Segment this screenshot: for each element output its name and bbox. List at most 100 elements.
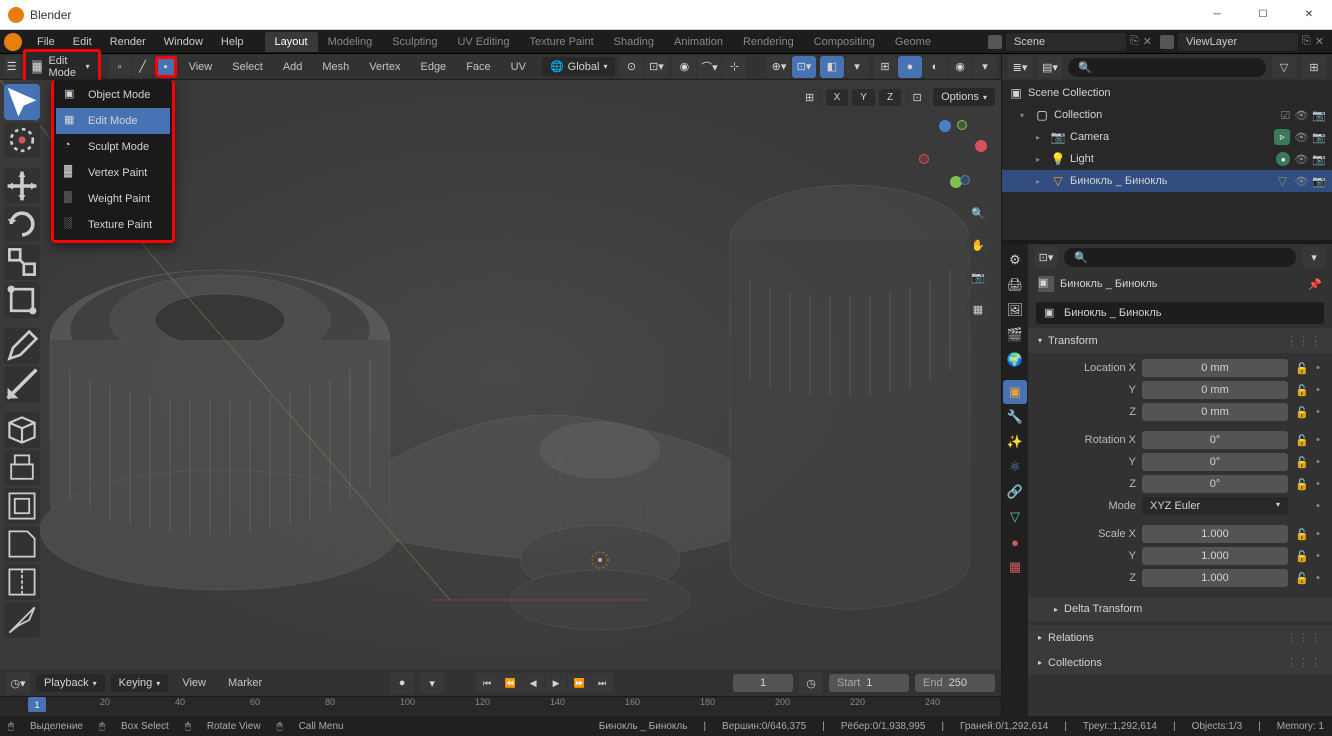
expand-arrow-icon[interactable]: ▸ [1036,177,1046,186]
tab-compositing[interactable]: Compositing [804,32,885,52]
lock-icon[interactable]: 🔓 [1294,456,1310,469]
lock-icon[interactable]: 🔓 [1294,478,1310,491]
properties-search-input[interactable]: 🔍 [1064,248,1296,267]
gizmo-z-axis[interactable] [939,120,951,132]
eye-icon[interactable]: 👁 [1294,109,1308,122]
prev-key-icon[interactable]: ⏪ [499,673,521,693]
display-mode-icon[interactable]: ▤▾ [1038,56,1062,78]
scale-y-input[interactable]: 1.000 [1142,547,1288,565]
axis-z-button[interactable]: Z [879,89,901,106]
mesh-select-mode-icon[interactable]: ⊞ [798,86,822,108]
menu-view[interactable]: View [181,61,221,73]
timeline-editor-icon[interactable]: ◷▾ [6,672,30,694]
xray-options-icon[interactable]: ▾ [845,56,869,78]
mode-option-edit[interactable]: ▦ Edit Mode [56,108,170,134]
render-icon[interactable]: 📷 [1312,131,1326,144]
shading-solid-icon[interactable]: ● [898,56,922,78]
gizmo-neg-y-axis[interactable] [957,120,967,130]
keying-menu[interactable]: Keying▾ [111,674,169,692]
proportional-edit-icon[interactable]: ◉ [672,56,696,78]
menu-edit[interactable]: Edit [64,36,101,48]
lock-icon[interactable]: 🔓 [1294,362,1310,375]
xray-toggle-icon[interactable]: ◧ [820,56,844,78]
options-dropdown[interactable]: Options ▾ [933,88,995,106]
viewlayer-new-icon[interactable]: ⎘ [1302,35,1311,48]
tab-modifiers[interactable]: 🔧 [1003,405,1027,429]
menu-select[interactable]: Select [224,61,271,73]
menu-help[interactable]: Help [212,36,253,48]
lock-icon[interactable]: 🔓 [1294,572,1310,585]
rotation-z-input[interactable]: 0° [1142,475,1288,493]
checkbox-icon[interactable]: ☑ [1280,109,1290,122]
viewlayer-name-input[interactable]: ViewLayer [1178,33,1298,51]
tab-scene[interactable]: 🎬 [1003,323,1027,347]
frame-start-input[interactable]: Start1 [829,674,909,692]
scene-name-input[interactable]: Scene [1006,33,1126,51]
lock-icon[interactable]: 🔓 [1294,434,1310,447]
render-icon[interactable]: 📷 [1312,175,1326,188]
play-icon[interactable]: ▶ [545,673,567,693]
mode-option-object[interactable]: ▣ Object Mode [56,82,170,108]
tool-knife[interactable] [4,602,40,638]
scene-browse-icon[interactable] [988,35,1002,49]
snap-options-icon[interactable]: ⊡▾ [644,56,668,78]
lock-icon[interactable]: 🔓 [1294,550,1310,563]
eye-icon[interactable]: 👁 [1294,175,1308,188]
tab-constraints[interactable]: 🔗 [1003,480,1027,504]
close-button[interactable]: ✕ [1286,0,1332,30]
tab-viewlayer[interactable]: 🖼 [1003,298,1027,322]
shading-rendered-icon[interactable]: ◉ [948,56,972,78]
vertex-select-icon[interactable]: ▫ [109,56,131,78]
gizmo-toggle-icon[interactable]: ⊕▾ [767,56,791,78]
tree-camera[interactable]: ▸ 📷 Camera ▹ 👁📷 [1002,126,1332,148]
next-key-icon[interactable]: ⏩ [568,673,590,693]
menu-edge[interactable]: Edge [412,61,454,73]
pan-icon[interactable]: ✋ [965,232,991,258]
drag-handle-icon[interactable]: ⋮⋮⋮ [1286,656,1322,669]
tab-rendering[interactable]: Rendering [733,32,804,52]
edge-select-icon[interactable]: ╱ [132,56,154,78]
tool-extrude[interactable] [4,450,40,486]
tab-particles[interactable]: ✨ [1003,430,1027,454]
proportional-type-icon[interactable]: ⌒▾ [697,56,721,78]
tool-cursor[interactable] [4,122,40,158]
menu-file[interactable]: File [28,36,64,48]
tab-texture-paint[interactable]: Texture Paint [519,32,603,52]
tool-annotate[interactable] [4,328,40,364]
tool-add-cube[interactable] [4,412,40,448]
scale-x-input[interactable]: 1.000 [1142,525,1288,543]
outliner-editor-icon[interactable]: ≣▾ [1008,56,1032,78]
menu-uv[interactable]: UV [503,61,534,73]
tool-select-box[interactable] [4,84,40,120]
gizmo-neg-z-axis[interactable] [960,175,970,185]
collections-section-header[interactable]: ▸ Collections ⋮⋮⋮ [1028,650,1332,675]
axis-x-button[interactable]: X [826,89,849,106]
delta-transform-header[interactable]: ▸ Delta Transform [1028,597,1332,621]
mode-option-texture-paint[interactable]: ░ Texture Paint [56,212,170,238]
jump-end-icon[interactable]: ⏭ [591,673,613,693]
timeline-marker[interactable]: Marker [220,677,270,689]
viewlayer-browse-icon[interactable] [1160,35,1174,49]
gizmo-x-axis[interactable] [975,140,987,152]
gizmo-neg-x-axis[interactable] [919,154,929,164]
playback-menu[interactable]: Playback▾ [36,674,105,692]
eye-icon[interactable]: 👁 [1294,131,1308,144]
tab-physics[interactable]: ⚛ [1003,455,1027,479]
tab-material[interactable]: ● [1003,530,1027,554]
tool-loop-cut[interactable] [4,564,40,600]
zoom-icon[interactable]: 🔍 [965,200,991,226]
frame-range-icon[interactable]: ◷ [799,672,823,694]
perspective-icon[interactable]: ▦ [965,296,991,322]
eye-icon[interactable]: 👁 [1294,153,1308,166]
location-y-input[interactable]: 0 mm [1142,381,1288,399]
lock-icon[interactable]: 🔓 [1294,406,1310,419]
tool-scale[interactable] [4,244,40,280]
tool-move[interactable] [4,168,40,204]
tab-object[interactable]: ▣ [1003,380,1027,404]
location-x-input[interactable]: 0 mm [1142,359,1288,377]
editor-type-icon[interactable]: ☰ [4,56,19,78]
rotation-y-input[interactable]: 0° [1142,453,1288,471]
render-icon[interactable]: 📷 [1312,109,1326,122]
tab-texture[interactable]: ▦ [1003,555,1027,579]
pin-icon[interactable]: 📌 [1308,278,1322,291]
